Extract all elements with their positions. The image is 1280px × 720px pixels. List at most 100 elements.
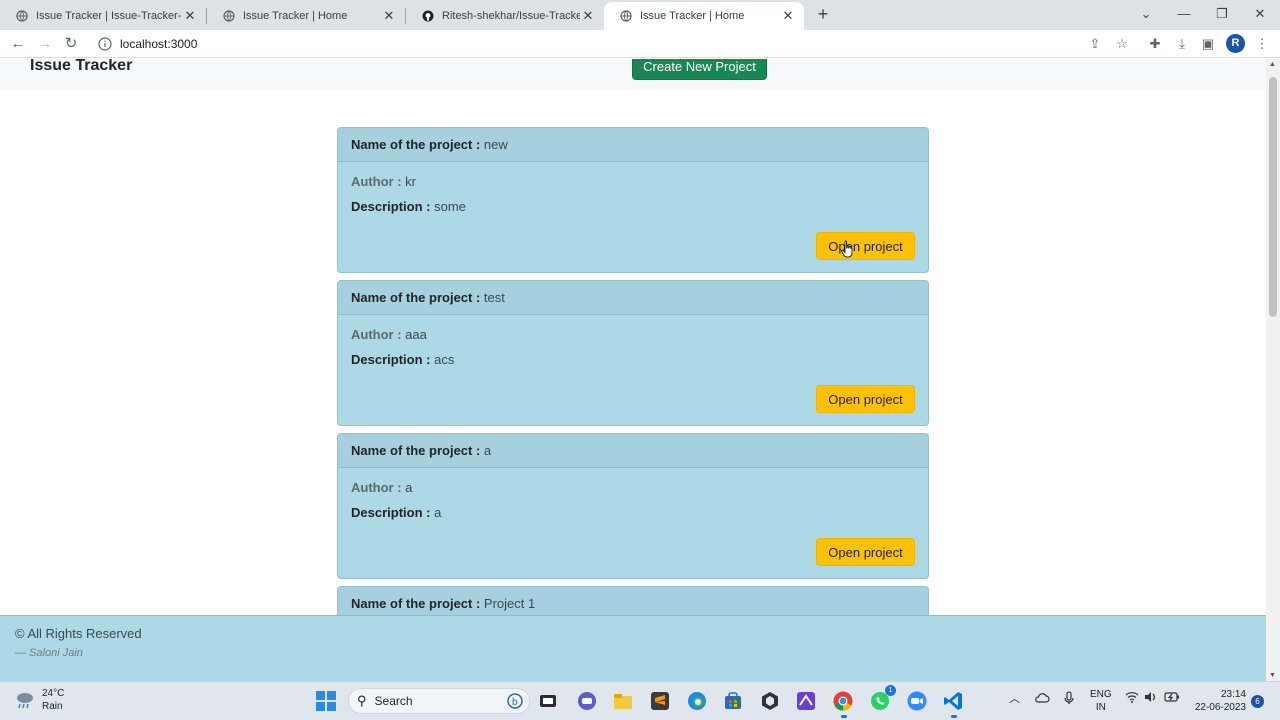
wifi-icon[interactable]: [1125, 690, 1139, 704]
chrome-taskbar-app[interactable]: [832, 690, 854, 718]
taskbar-search[interactable]: ⚲ Search b: [348, 688, 530, 714]
speaker-icon[interactable]: [1143, 690, 1157, 704]
search-icon: ⚲: [357, 693, 367, 708]
bing-icon[interactable]: b: [507, 693, 523, 709]
profile-avatar[interactable]: R: [1226, 34, 1245, 53]
zoom-icon[interactable]: [906, 690, 928, 712]
edge-browser-icon[interactable]: [686, 690, 708, 712]
project-name-label: Name of the project :: [351, 290, 481, 305]
tab-search-chevron-icon[interactable]: ⌄: [1134, 4, 1158, 24]
bookmark-star-icon[interactable]: ☆: [1113, 35, 1131, 53]
clock-time: 23:14: [1220, 689, 1246, 700]
project-card-header: Name of the project : a: [338, 434, 928, 468]
vscode-icon: [944, 692, 962, 710]
system-clock[interactable]: 23:14 22-06-2023: [1190, 688, 1246, 714]
minimize-icon[interactable]: —: [1172, 4, 1196, 24]
globe-icon: [620, 10, 632, 22]
weather-temp: 24°C: [42, 688, 65, 699]
notification-count-badge[interactable]: 6: [1251, 695, 1264, 708]
tab-title: Ritesh-shekhar/Issue-Tracker-ma: [442, 10, 580, 22]
project-author: a: [405, 480, 413, 495]
open-project-button[interactable]: Open project: [816, 538, 915, 566]
scrollbar-thumb[interactable]: [1269, 77, 1277, 317]
project-description: acs: [434, 352, 455, 367]
new-tab-plus-icon[interactable]: +: [813, 5, 833, 25]
notification-badge: 1: [885, 685, 896, 696]
scroll-up-icon[interactable]: ▲: [1269, 61, 1276, 68]
restore-icon[interactable]: ❐: [1210, 4, 1234, 24]
windows-start-icon[interactable]: [315, 690, 337, 712]
chrome-icon: [833, 691, 853, 711]
extensions-puzzle-icon[interactable]: ✚: [1146, 35, 1164, 53]
project-description: a: [434, 505, 442, 520]
unity-cube-icon[interactable]: [759, 690, 781, 712]
hand-cursor-icon: [841, 240, 853, 258]
url-text: localhost:3000: [120, 37, 198, 51]
project-card-header: Name of the project : new: [338, 128, 928, 162]
sublime-text-icon[interactable]: [649, 690, 671, 712]
tab-title: Issue Tracker | Home: [640, 10, 745, 22]
weather-widget[interactable]: 24°C Rain: [14, 687, 64, 713]
clock-date: 22-06-2023: [1194, 702, 1246, 713]
tab-title: Issue Tracker | Home: [243, 10, 348, 22]
side-panel-icon[interactable]: ▣: [1199, 35, 1217, 53]
info-icon[interactable]: [98, 37, 112, 51]
browser-toolbar: ← → ↻ localhost:3000 ⇪ ☆ ✚ ⤓ ▣ ⋮: [0, 30, 1280, 58]
page-viewport: Issue Tracker Create New Project Name of…: [0, 59, 1266, 681]
project-description: some: [434, 199, 466, 214]
download-icon[interactable]: ⤓: [1173, 35, 1191, 53]
language-indicator[interactable]: ENG IN: [1090, 688, 1112, 714]
browser-tab[interactable]: Ritesh-shekhar/Issue-Tracker-ma ✕: [406, 2, 604, 30]
region-code: IN: [1095, 702, 1106, 713]
project-name: test: [483, 290, 505, 305]
browser-tab[interactable]: Issue Tracker | Home ✕: [207, 2, 405, 30]
page-footer: © All Rights Reserved — Saloni Jain: [0, 615, 1266, 681]
file-explorer-icon[interactable]: [612, 690, 634, 712]
microphone-icon[interactable]: [1062, 690, 1076, 706]
battery-charging-icon[interactable]: [1164, 690, 1180, 704]
author-label: Author :: [351, 480, 402, 495]
scroll-down-icon[interactable]: ▼: [1269, 672, 1276, 679]
vscode-taskbar-app[interactable]: [942, 690, 964, 718]
teams-chat-icon[interactable]: [576, 690, 598, 712]
close-icon[interactable]: ✕: [580, 8, 596, 24]
task-view-icon[interactable]: [537, 690, 559, 712]
browser-tab[interactable]: Issue Tracker | Issue-Tracker-mai ✕: [0, 2, 206, 30]
project-card-body: Author : aaa Description : acs Open proj…: [338, 315, 928, 425]
active-app-indicator: [841, 715, 847, 718]
globe-icon: [223, 10, 235, 22]
close-icon[interactable]: ✕: [381, 8, 397, 24]
page-scrollbar[interactable]: ▲ ▼: [1266, 59, 1280, 681]
address-bar[interactable]: localhost:3000: [92, 33, 1114, 55]
browser-tab-active[interactable]: Issue Tracker | Home ✕: [604, 2, 804, 30]
browser-tab-strip: Issue Tracker | Issue-Tracker-mai ✕ Issu…: [0, 0, 1280, 30]
visual-studio-icon[interactable]: [795, 690, 817, 712]
chevron-up-icon[interactable]: ︿: [1009, 690, 1020, 706]
footer-signature: — Saloni Jain: [15, 647, 83, 659]
reload-icon[interactable]: ↻: [61, 34, 81, 54]
rain-cloud-icon: [17, 693, 33, 709]
whatsapp-taskbar-app[interactable]: 1: [869, 685, 896, 712]
microsoft-store-icon[interactable]: [722, 690, 744, 712]
open-project-button[interactable]: Open project: [816, 385, 915, 413]
github-icon: [422, 10, 434, 22]
window-close-icon[interactable]: ✕: [1248, 4, 1272, 24]
project-author: kr: [405, 174, 417, 189]
create-project-button[interactable]: Create New Project: [632, 59, 767, 80]
description-label: Description :: [351, 505, 431, 520]
close-icon[interactable]: ✕: [780, 8, 796, 24]
close-icon[interactable]: ✕: [182, 8, 198, 24]
forward-arrow-icon[interactable]: →: [35, 34, 55, 54]
onedrive-cloud-icon[interactable]: [1034, 690, 1050, 706]
brand-title[interactable]: Issue Tracker: [30, 59, 132, 75]
author-label: Author :: [351, 327, 402, 342]
globe-icon: [16, 10, 28, 22]
active-app-indicator: [951, 715, 957, 718]
project-name: Project 1: [483, 596, 536, 611]
kebab-menu-icon[interactable]: ⋮: [1253, 35, 1271, 53]
share-icon[interactable]: ⇪: [1086, 35, 1104, 53]
app-navbar: Issue Tracker Create New Project: [0, 59, 1266, 90]
author-label: Author :: [351, 174, 402, 189]
back-arrow-icon[interactable]: ←: [8, 34, 28, 54]
open-project-button[interactable]: Open project: [816, 232, 915, 260]
